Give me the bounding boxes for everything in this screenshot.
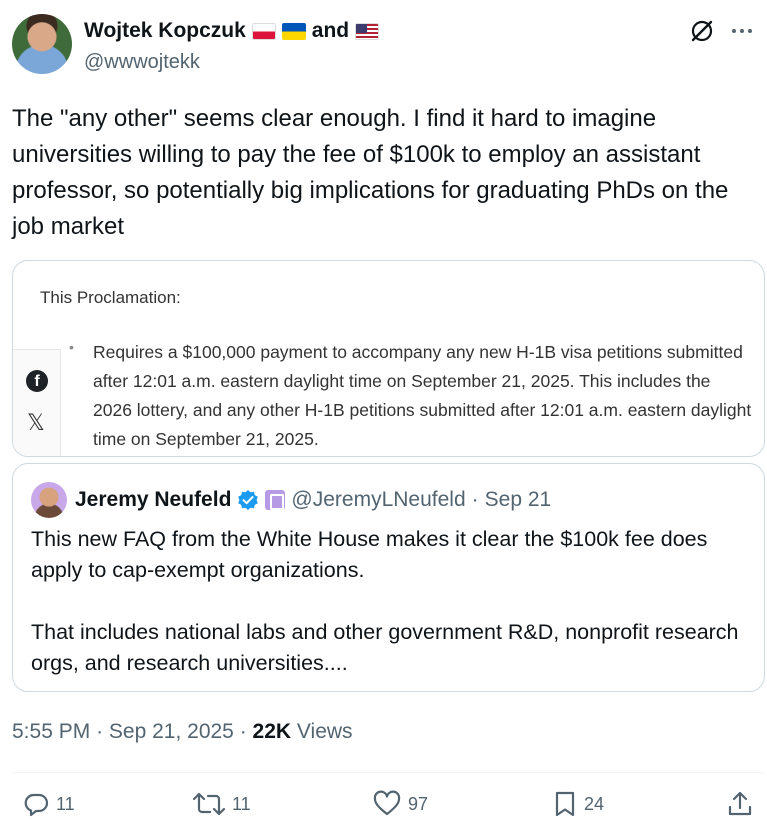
quoted-author-avatar (31, 482, 67, 518)
reply-count: 11 (56, 793, 75, 814)
tweet-meta: 5:55 PM · Sep 21, 2025 · 22K Views (12, 720, 353, 744)
share-button[interactable] (726, 790, 754, 818)
card-heading: This Proclamation: (40, 288, 181, 307)
author-handle[interactable]: @wwwojtekk (84, 51, 200, 74)
meta-separator: · (96, 720, 104, 743)
poland-flag-icon (251, 22, 276, 40)
meta-separator: · (239, 720, 247, 743)
verified-badge-icon (237, 489, 259, 511)
grok-icon[interactable] (689, 18, 715, 44)
reply-icon (22, 790, 50, 818)
share-icon (726, 790, 754, 818)
like-button[interactable]: 97 (372, 790, 428, 818)
affiliation-badge-icon (265, 490, 286, 510)
quoted-tweet-text: This new FAQ from the White House makes … (31, 527, 739, 675)
tweet-date[interactable]: Sep 21, 2025 (109, 720, 234, 743)
like-count: 97 (408, 793, 429, 814)
author-name-and: and (311, 19, 350, 42)
quoted-tweet[interactable]: Jeremy Neufeld @JeremyLNeufeld · Sep 21 … (12, 463, 765, 692)
author-name[interactable]: Wojtek Kopczuk (84, 19, 246, 43)
heart-icon (372, 790, 402, 818)
repost-button[interactable]: 11 (192, 790, 251, 818)
bookmark-button[interactable]: 24 (552, 790, 604, 818)
top-right-controls (689, 18, 753, 44)
card-body-text: Requires a $100,000 payment to accompany… (93, 342, 752, 449)
bookmark-count: 24 (584, 793, 605, 814)
facebook-icon: f (26, 370, 48, 392)
author-name-row: Wojtek Kopczuk and (84, 19, 380, 43)
bookmark-icon (552, 790, 578, 818)
views-count: 22K (252, 720, 292, 743)
x-logo-icon: 𝕏 (27, 410, 45, 435)
quoted-author-name: Jeremy Neufeld (75, 488, 232, 511)
more-options-icon[interactable] (731, 20, 753, 42)
card-bullet: • (69, 339, 74, 355)
usa-flag-icon (355, 22, 380, 40)
repost-count: 11 (232, 793, 251, 814)
reply-button[interactable]: 11 (22, 790, 75, 818)
embedded-image-card[interactable]: This Proclamation: • Requires a $100,000… (12, 260, 765, 457)
quoted-author-handle: @JeremyLNeufeld (291, 488, 466, 511)
repost-icon (192, 790, 226, 818)
quoted-date: Sep 21 (484, 488, 552, 511)
tweet-text: The "any other" seems clear enough. I fi… (12, 105, 729, 240)
ukraine-flag-icon (281, 22, 306, 40)
author-avatar[interactable] (12, 14, 72, 74)
action-bar: 11 11 97 24 (12, 790, 757, 826)
quoted-tweet-header: Jeremy Neufeld @JeremyLNeufeld · Sep 21 (75, 488, 551, 512)
share-rail: f 𝕏 (13, 349, 61, 456)
quoted-separator: · (471, 488, 479, 511)
tweet-time[interactable]: 5:55 PM (12, 720, 90, 743)
divider (12, 772, 765, 773)
views-label: Views (296, 720, 353, 743)
